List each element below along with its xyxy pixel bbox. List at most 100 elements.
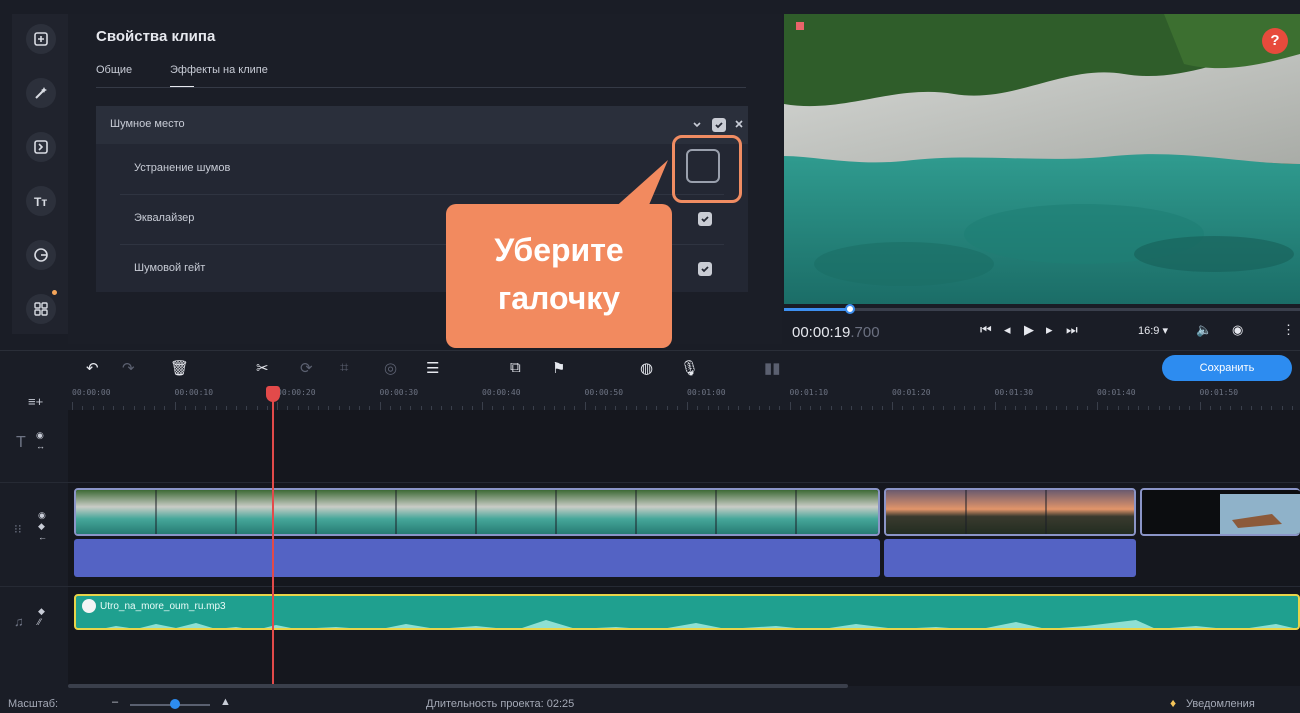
video-clip-thumbnails: [76, 490, 878, 534]
callout-text: Уберите галочку: [494, 232, 624, 316]
tool-rail: Тт: [12, 14, 68, 334]
playhead-line: [272, 396, 274, 686]
ruler-tick: [277, 402, 278, 410]
video-clip[interactable]: [74, 488, 880, 536]
instruction-callout: Уберите галочку: [446, 204, 672, 348]
video-track-controls-icon[interactable]: ◉ ◆ ←: [38, 510, 47, 543]
highlight-ring: [672, 135, 742, 203]
crop-icon: ⌗: [340, 359, 349, 376]
volume-envelope-icon[interactable]: [82, 599, 96, 613]
effect-header[interactable]: Шумное место: [96, 106, 748, 144]
scrub-handle[interactable]: [845, 304, 856, 314]
ruler-tick: [72, 402, 73, 410]
clip-properties-icon[interactable]: ☰: [426, 359, 439, 377]
save-button[interactable]: Сохранить: [1162, 355, 1292, 381]
overlay-icon[interactable]: ⧉: [510, 359, 521, 376]
zoom-out-icon[interactable]: –: [112, 696, 118, 708]
video-track-icon: ⁝⁝: [14, 522, 22, 536]
aspect-ratio-value: 16:9: [1138, 325, 1160, 337]
ruler-tick: [789, 402, 791, 410]
scissors-icon[interactable]: ✂: [256, 359, 269, 377]
transitions-icon[interactable]: [26, 132, 56, 162]
skip-to-end-icon[interactable]: ⏭: [1066, 322, 1078, 338]
marker-flag-icon[interactable]: ⚑: [552, 359, 565, 377]
ruler-time-label: 00:01:40: [1097, 388, 1136, 397]
noise-gate-checkbox[interactable]: [698, 262, 712, 276]
music-file-name: Utro_na_more_oum_ru.mp3: [100, 601, 226, 612]
status-bar: Масштаб: – ▲ Длительность проекта: 02:25…: [0, 694, 1300, 713]
volume-icon[interactable]: 🔈: [1196, 322, 1212, 338]
timecode: 00:00:19.700: [792, 324, 880, 341]
text-track-visibility-icon[interactable]: ◉ ↔: [36, 430, 45, 452]
trash-icon[interactable]: 🗑: [170, 359, 189, 377]
titles-icon[interactable]: Тт: [26, 186, 56, 216]
timeline-ruler[interactable]: 00:00:00 00:00:10 00:00:20 00:00:30 00:00:40…: [68, 386, 1300, 410]
ruler-tick: [687, 402, 688, 410]
skip-to-start-icon[interactable]: ⏮: [980, 322, 992, 338]
more-tools-icon[interactable]: [26, 294, 56, 324]
rotate-icon: ⟳: [300, 360, 313, 377]
ruler-tick: [1199, 402, 1201, 410]
equalizer-checkbox[interactable]: [698, 212, 712, 226]
video-preview[interactable]: [784, 14, 1300, 304]
timeline-scrollbar[interactable]: [68, 684, 848, 688]
scrub-bar[interactable]: [784, 308, 1300, 311]
play-icon[interactable]: ▶: [1024, 322, 1034, 338]
effect-name: Шумное место: [110, 118, 185, 130]
ruler-time-label: 00:01:10: [789, 388, 829, 397]
video-clip[interactable]: [1140, 488, 1300, 536]
import-icon[interactable]: [26, 24, 56, 54]
step-back-icon[interactable]: ◂: [1004, 322, 1011, 338]
camera-icon[interactable]: ◉: [1232, 322, 1243, 338]
ruler-time-label: 00:00:30: [379, 388, 419, 397]
ruler-time-label: 00:00:20: [277, 388, 316, 397]
more-icon[interactable]: ⋮: [1282, 322, 1295, 338]
bell-icon[interactable]: ♦: [1170, 696, 1176, 710]
music-waveform: [106, 620, 1294, 628]
ruler-tick: [379, 402, 381, 410]
clip-audio-track[interactable]: [74, 539, 880, 577]
timecode-main: 00:00:19: [792, 324, 851, 341]
aspect-ratio-select[interactable]: 16:9 ▾: [1138, 324, 1168, 337]
playhead-handle[interactable]: [266, 386, 280, 402]
ruler-time-label: 00:00:40: [482, 388, 521, 397]
close-icon[interactable]: [734, 119, 744, 129]
ruler-tick: [1097, 402, 1098, 410]
app-window: Тт Свойства клипа Общие Эффекты на клипе…: [0, 0, 1300, 713]
video-clip[interactable]: [884, 488, 1136, 536]
svg-text:Тт: Тт: [34, 195, 47, 209]
highlight-object-icon[interactable]: ◍: [640, 359, 653, 377]
tab-general[interactable]: Общие: [96, 64, 132, 76]
zoom-in-icon[interactable]: ▲: [220, 696, 231, 708]
row-label-noise-removal: Устранение шумов: [134, 162, 231, 174]
scrub-progress: [784, 308, 852, 311]
track-divider: [0, 482, 1300, 483]
panel-title: Свойства клипа: [96, 28, 216, 45]
redo-icon: ↷: [122, 360, 135, 377]
project-duration: Длительность проекта: 02:25: [426, 698, 575, 710]
clip-audio-track[interactable]: [884, 539, 1136, 577]
step-forward-icon[interactable]: ▸: [1046, 322, 1053, 338]
timecode-ms: .700: [850, 324, 880, 341]
music-track-controls-icon[interactable]: ◆ ⁄⁄: [38, 606, 45, 628]
effect-enable-checkbox[interactable]: [712, 118, 726, 132]
stickers-icon[interactable]: [26, 240, 56, 270]
tab-clip-effects[interactable]: Эффекты на клипе: [170, 64, 268, 76]
timeline-toolbar: ↶ ↷ 🗑 ✂ ⟳ ⌗ ◎ ☰ ⧉ ⚑ ◍ 🎙 ▮▮ Сохранить: [0, 350, 1300, 384]
video-clip-thumbnails: [886, 490, 1134, 534]
row-label-equalizer: Эквалайзер: [134, 212, 195, 224]
zoom-slider-handle[interactable]: [170, 699, 180, 709]
undo-icon[interactable]: ↶: [86, 359, 99, 377]
ruler-tick: [482, 402, 483, 410]
row-label-noise-gate: Шумовой гейт: [134, 262, 206, 274]
tabs-divider: [96, 87, 746, 88]
zoom-label: Масштаб:: [8, 698, 59, 710]
chevron-down-icon[interactable]: [692, 120, 702, 130]
help-button[interactable]: ?: [1262, 28, 1288, 54]
music-clip[interactable]: Utro_na_more_oum_ru.mp3: [74, 594, 1300, 630]
add-track-icon[interactable]: ≡+: [28, 394, 43, 409]
notifications-link[interactable]: Уведомления: [1186, 698, 1255, 710]
microphone-icon[interactable]: 🎙: [680, 359, 699, 377]
text-track-icon: T: [16, 434, 26, 451]
magic-wand-icon[interactable]: [26, 78, 56, 108]
